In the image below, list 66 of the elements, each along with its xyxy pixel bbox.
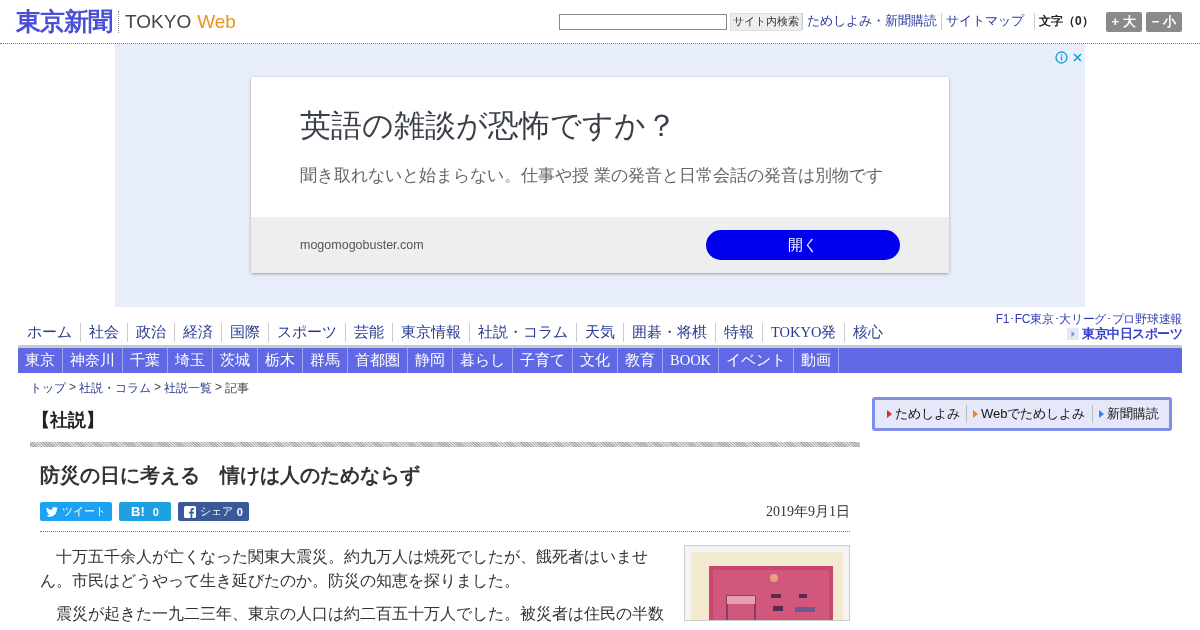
nav-link[interactable]: 千葉 bbox=[123, 348, 168, 373]
nav-link[interactable]: イベント bbox=[719, 348, 795, 373]
logo-text: Web bbox=[197, 10, 236, 33]
subscribe-link[interactable]: ためしよみ bbox=[881, 405, 966, 423]
breadcrumb-link[interactable]: 社説一覧 bbox=[164, 380, 213, 397]
nav-link[interactable]: 社説・コラム bbox=[469, 323, 576, 342]
nav-link[interactable]: 経済 bbox=[174, 323, 221, 342]
nav-link[interactable]: 茨城 bbox=[213, 348, 258, 373]
share-button[interactable]: シェア 0 bbox=[177, 502, 249, 521]
nav-link[interactable]: 東京 bbox=[18, 348, 63, 373]
nav-link[interactable]: 子育て bbox=[513, 348, 573, 373]
promo-brand: 東京中日スポーツ bbox=[1082, 325, 1182, 343]
facebook-icon bbox=[183, 505, 196, 518]
breadcrumb-current: 記事 bbox=[225, 380, 250, 397]
nav-link[interactable]: スポーツ bbox=[268, 323, 345, 342]
font-size-label: 文字（0） bbox=[1033, 13, 1094, 30]
open-button[interactable]: 開く bbox=[706, 230, 900, 260]
logo-text: TOKYO bbox=[125, 10, 192, 33]
nav-link[interactable]: 暮らし bbox=[453, 348, 513, 373]
nav-link[interactable]: 国際 bbox=[221, 323, 268, 342]
nav-link[interactable]: 東京情報 bbox=[392, 323, 469, 342]
nav-link[interactable]: 政治 bbox=[127, 323, 174, 342]
nav-link[interactable]: 囲碁・将棋 bbox=[623, 323, 715, 342]
nav-link[interactable]: TOKYO発 bbox=[762, 323, 845, 342]
logo-name: 東京新聞 bbox=[16, 6, 112, 37]
nav-link[interactable]: 神奈川 bbox=[63, 348, 123, 373]
article-paragraph: 震災が起きた一九二三年、東京の人口は約二百五十万人でした。被災者は住民の半数 bbox=[55, 604, 665, 624]
info-icon[interactable] bbox=[1054, 50, 1069, 65]
breadcrumb-link[interactable]: 社説・コラム bbox=[79, 380, 151, 397]
search-field[interactable] bbox=[558, 13, 727, 30]
article-title: 防災の日に考える 情けは人のためならず bbox=[40, 463, 421, 489]
nav-link[interactable]: 栃木 bbox=[258, 348, 303, 373]
section-label: 【社説】 bbox=[31, 409, 105, 432]
nav-link[interactable]: 文化 bbox=[573, 348, 618, 373]
nav-link[interactable]: ホーム bbox=[18, 323, 80, 342]
promo-caption: F1･FC東京･大リーグ･プロ野球速報 bbox=[995, 313, 1182, 325]
nav-link[interactable]: 天気 bbox=[576, 323, 623, 342]
breadcrumb-separator: > bbox=[215, 380, 223, 396]
ad-description: 聞き取れないと始まらない。仕事や授 業の発音と日常会話の発音は別物です bbox=[300, 165, 884, 186]
header-link[interactable]: ためしよみ・新聞購読 bbox=[801, 13, 941, 30]
nav-link[interactable]: 静岡 bbox=[408, 348, 453, 373]
sports-promo[interactable]: F1･FC東京･大リーグ･プロ野球速報 東京中日スポーツ bbox=[995, 313, 1182, 345]
search-button[interactable]: サイト内検索 bbox=[729, 12, 802, 31]
subscribe-link[interactable]: 新聞購読 bbox=[1091, 405, 1165, 423]
subscribe-link[interactable]: Webでためしよみ bbox=[966, 405, 1092, 423]
ad-domain: mogomogobuster.com bbox=[300, 238, 424, 252]
nav-link[interactable]: 教育 bbox=[618, 348, 663, 373]
nav-link[interactable]: 核心 bbox=[844, 323, 892, 342]
nav-link[interactable]: 動画 bbox=[794, 348, 840, 373]
nav-link[interactable]: 首都圏 bbox=[348, 348, 408, 373]
nav-link[interactable]: 埼玉 bbox=[168, 348, 213, 373]
header-link[interactable]: サイトマップ bbox=[940, 13, 1028, 30]
ad-title: 英語の雑談が恐怖ですか？ bbox=[300, 107, 678, 145]
nav-link[interactable]: 社会 bbox=[80, 323, 127, 342]
breadcrumb-separator: > bbox=[69, 380, 76, 396]
nav-link[interactable]: BOOK bbox=[663, 348, 720, 373]
nav-link[interactable]: 芸能 bbox=[345, 323, 392, 342]
site-logo[interactable]: 東京新聞 TOKYO Web bbox=[16, 5, 236, 38]
breadcrumb-separator: > bbox=[154, 380, 162, 396]
article-date: 2019年9月1日 bbox=[766, 502, 850, 521]
ad-card[interactable]: 英語の雑談が恐怖ですか？ 聞き取れないと始まらない。仕事や授 業の発音と日常会話の発音は別物です mogomogobuster.com 開く bbox=[251, 77, 949, 273]
nav-link[interactable]: 特報 bbox=[715, 323, 762, 342]
article-paragraph: 十万五千余人が亡くなった関東大震災。約九万人は焼死でしたが、餓死者はいません。市民はどうやって生き延びたのか。防災の知恵を探りました。 bbox=[40, 547, 649, 591]
breadcrumb-link[interactable]: トップ bbox=[30, 380, 66, 397]
nav-link[interactable]: 群馬 bbox=[303, 348, 348, 373]
bird-icon bbox=[46, 506, 58, 517]
